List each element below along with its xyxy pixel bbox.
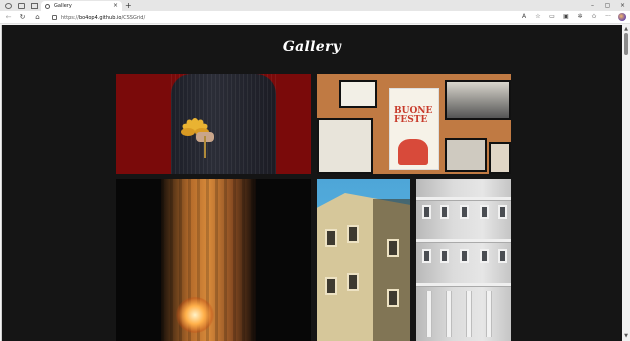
light-glow xyxy=(176,297,214,333)
titlebar-left-icons xyxy=(0,2,40,9)
window xyxy=(480,249,489,263)
shadow xyxy=(373,199,410,341)
close-window-button[interactable]: × xyxy=(615,0,630,11)
address-toolbar: ← ↻ ⌂ https:// bo4op4.github.io /CSSGrid… xyxy=(0,11,630,24)
window xyxy=(422,205,431,219)
url-scheme: https:// xyxy=(61,14,79,21)
refresh-button[interactable]: ↻ xyxy=(18,13,27,22)
extensions-icon[interactable]: ✲ xyxy=(576,13,584,21)
window xyxy=(347,225,359,243)
url-host: bo4op4.github.io xyxy=(78,14,122,21)
column xyxy=(486,291,492,337)
tab-actions-icon[interactable] xyxy=(31,2,38,9)
gallery-image-flowers[interactable] xyxy=(116,74,311,174)
scroll-up-icon[interactable]: ▲ xyxy=(623,27,629,32)
window xyxy=(460,249,469,263)
cornice xyxy=(416,239,511,243)
page-scrollbar[interactable]: ▲ ▼ xyxy=(622,25,630,341)
back-button[interactable]: ← xyxy=(4,13,13,22)
page-title: Gallery xyxy=(282,39,342,55)
column xyxy=(466,291,472,337)
tab-gallery[interactable]: Gallery × xyxy=(41,1,122,11)
lock-icon[interactable] xyxy=(52,15,57,20)
gallery-image-white-building[interactable] xyxy=(416,179,511,341)
gallery-image-yellow-building[interactable] xyxy=(317,179,410,341)
browser-titlebar: Gallery × + – ▢ × xyxy=(0,0,630,11)
tab-title: Gallery xyxy=(54,3,72,9)
cornice xyxy=(416,283,511,287)
window xyxy=(480,205,489,219)
window xyxy=(325,277,337,295)
window xyxy=(387,289,399,307)
window xyxy=(460,205,469,219)
tab-close-icon[interactable]: × xyxy=(113,3,118,9)
favorite-icon[interactable]: ☆ xyxy=(534,13,542,21)
window xyxy=(440,205,449,219)
cornice xyxy=(416,197,511,201)
profile-menu-icon[interactable] xyxy=(5,2,12,9)
workspaces-icon[interactable] xyxy=(18,2,25,9)
read-aloud-icon[interactable]: A xyxy=(520,13,528,21)
gallery-image-curtain[interactable] xyxy=(116,179,311,341)
poster-text: BUONE FESTE xyxy=(394,106,433,125)
minimize-button[interactable]: – xyxy=(585,0,600,11)
page-viewport: Gallery BUONE FESTE xyxy=(1,25,622,341)
window xyxy=(498,249,507,263)
toolbar-right-icons: A ☆ ▭ ▣ ✲ ✩ ··· xyxy=(520,13,626,21)
window xyxy=(347,273,359,291)
frame xyxy=(317,118,373,174)
frame xyxy=(445,138,487,172)
favorites-bar-icon[interactable]: ✩ xyxy=(590,13,598,21)
frame xyxy=(489,142,511,174)
stem xyxy=(204,136,206,158)
frame xyxy=(445,80,511,120)
window xyxy=(422,249,431,263)
window xyxy=(498,205,507,219)
url-path: /CSSGrid/ xyxy=(121,14,146,21)
split-screen-icon[interactable]: ▭ xyxy=(548,13,556,21)
scroll-down-icon[interactable]: ▼ xyxy=(623,334,629,339)
globe-icon xyxy=(45,3,50,9)
menu-icon[interactable]: ··· xyxy=(604,13,612,21)
window xyxy=(325,229,337,247)
new-tab-button[interactable]: + xyxy=(125,1,132,10)
profile-icon[interactable] xyxy=(618,13,626,21)
frame xyxy=(339,80,377,108)
window-controls: – ▢ × xyxy=(585,0,630,11)
poster-figure xyxy=(398,139,428,165)
window xyxy=(387,239,399,257)
buone-feste-poster: BUONE FESTE xyxy=(389,88,439,170)
scroll-thumb[interactable] xyxy=(624,33,628,55)
home-button[interactable]: ⌂ xyxy=(33,13,42,22)
maximize-button[interactable]: ▢ xyxy=(600,0,615,11)
column xyxy=(446,291,452,337)
column xyxy=(426,291,432,337)
window xyxy=(440,249,449,263)
gallery-image-posters[interactable]: BUONE FESTE xyxy=(317,74,511,174)
address-bar[interactable]: https:// bo4op4.github.io /CSSGrid/ xyxy=(52,13,145,22)
collections-icon[interactable]: ▣ xyxy=(562,13,570,21)
